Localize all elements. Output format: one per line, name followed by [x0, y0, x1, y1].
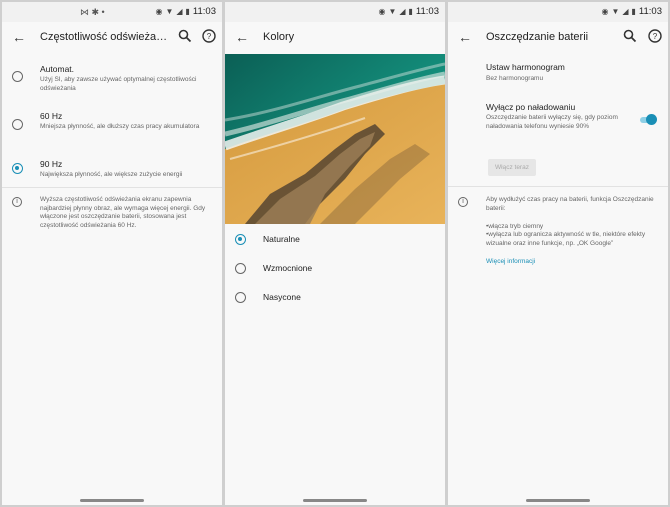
notification-icons: ⋈ ✱ • [80, 7, 105, 17]
option-subtitle: Mniejsza płynność, ale dłuższy czas prac… [40, 123, 200, 130]
back-arrow-icon[interactable]: ← [456, 28, 474, 46]
schedule-subtitle: Bez harmonogramu [486, 75, 544, 82]
more-info-link[interactable]: Więcej informacji [486, 258, 535, 265]
app-bar: ← Częstotliwość odświeża… ? [2, 22, 222, 54]
status-bar: ◉ ▼ ◢ ▮ 11:03 [448, 2, 668, 22]
colors-screen: ◉ ▼ ◢ ▮ 11:03 ← Kolory Naturalne Wzmocni… [225, 2, 445, 505]
app-bar: ← Kolory [225, 22, 445, 54]
option-90hz[interactable]: 90 Hz Największa płynność, ale większe z… [2, 157, 222, 187]
option-title: Automat. [40, 64, 75, 74]
clock: 11:03 [415, 6, 439, 17]
eye-icon: ◉ [601, 7, 609, 16]
battery-icon: ▮ [185, 7, 190, 16]
info-icon: i [12, 197, 22, 207]
option-auto[interactable]: Automat. Użyj SI, aby zawsze używać opty… [2, 62, 222, 102]
info-text: Wyższa częstotliwość odświeżania ekranu … [40, 196, 206, 229]
radio-90hz[interactable] [12, 163, 23, 174]
page-title: Częstotliwość odświeża… [40, 31, 168, 43]
search-icon[interactable] [178, 29, 192, 43]
content: Automat. Użyj SI, aby zawsze używać opty… [2, 54, 222, 505]
option-60hz[interactable]: 60 Hz Mniejsza płynność, ale dłuższy cza… [2, 109, 222, 145]
radio-natural[interactable] [235, 234, 246, 245]
radio-60hz[interactable] [12, 119, 23, 130]
radio-auto[interactable] [12, 71, 23, 82]
battery-icon: ▮ [631, 7, 636, 16]
option-natural[interactable]: Naturalne [225, 231, 445, 253]
svg-text:?: ? [207, 32, 212, 41]
turn-on-now-button[interactable]: Włącz teraz [488, 159, 536, 176]
clock: 11:03 [638, 6, 662, 17]
option-saturated[interactable]: Nasycone [225, 289, 445, 311]
status-bar: ◉ ▼ ◢ ▮ 11:03 [225, 2, 445, 22]
signal-icon: ◢ [399, 7, 406, 16]
signal-icon: ◢ [622, 7, 629, 16]
turn-off-when-charged-item[interactable]: Wyłącz po naładowaniu Oszczędzanie bater… [448, 100, 668, 142]
preview-image [225, 54, 445, 224]
battery-icon: ▮ [408, 7, 413, 16]
back-arrow-icon[interactable]: ← [233, 28, 251, 46]
content: Naturalne Wzmocnione Nasycone [225, 54, 445, 505]
help-icon[interactable]: ? [202, 29, 216, 43]
auto-off-subtitle: Oszczędzanie baterii wyłączy się, gdy po… [486, 114, 618, 130]
content: Ustaw harmonogram Bez harmonogramu Wyłąc… [448, 54, 668, 505]
auto-off-toggle[interactable] [640, 114, 657, 126]
option-subtitle: Użyj SI, aby zawsze używać optymalnej cz… [40, 76, 197, 92]
option-label: Nasycone [263, 292, 301, 302]
set-schedule-item[interactable]: Ustaw harmonogram Bez harmonogramu [448, 60, 668, 86]
option-boosted[interactable]: Wzmocnione [225, 260, 445, 282]
radio-boosted[interactable] [235, 263, 246, 274]
info-text: Aby wydłużyć czas pracy na baterii, funk… [486, 196, 654, 212]
gesture-bar[interactable] [80, 499, 144, 502]
eye-icon: ◉ [378, 7, 386, 16]
back-arrow-icon[interactable]: ← [10, 28, 28, 46]
app-bar: ← Oszczędzanie baterii ? [448, 22, 668, 54]
wifi-icon: ▼ [165, 7, 174, 16]
page-title: Oszczędzanie baterii [486, 31, 589, 43]
wifi-icon: ▼ [611, 7, 620, 16]
auto-off-title: Wyłącz po naładowaniu [486, 102, 576, 112]
option-title: 60 Hz [40, 111, 63, 121]
help-icon[interactable]: ? [648, 29, 662, 43]
wifi-icon: ▼ [388, 7, 397, 16]
gesture-bar[interactable] [526, 499, 590, 502]
schedule-title: Ustaw harmonogram [486, 62, 565, 72]
signal-icon: ◢ [176, 7, 183, 16]
page-title: Kolory [263, 31, 295, 43]
info-icon: i [458, 197, 468, 207]
info-bullet: •wyłącza lub ogranicza aktywność w tle, … [486, 231, 646, 247]
status-bar: ⋈ ✱ • ◉ ▼ ◢ ▮ 11:03 [2, 2, 222, 22]
divider [2, 187, 222, 188]
option-subtitle: Największa płynność, ale większe zużycie… [40, 171, 183, 178]
gesture-bar[interactable] [303, 499, 367, 502]
svg-text:?: ? [653, 32, 658, 41]
eye-icon: ◉ [155, 7, 163, 16]
divider [448, 186, 668, 187]
option-label: Wzmocnione [263, 263, 313, 273]
option-title: 90 Hz [40, 159, 63, 169]
option-label: Naturalne [263, 234, 300, 244]
clock: 11:03 [192, 6, 216, 17]
radio-saturated[interactable] [235, 292, 246, 303]
refresh-rate-screen: ⋈ ✱ • ◉ ▼ ◢ ▮ 11:03 ← Częstotliwość odśw… [2, 2, 222, 505]
search-icon[interactable] [623, 29, 637, 43]
battery-saver-screen: ◉ ▼ ◢ ▮ 11:03 ← Oszczędzanie baterii ? U… [448, 2, 668, 505]
